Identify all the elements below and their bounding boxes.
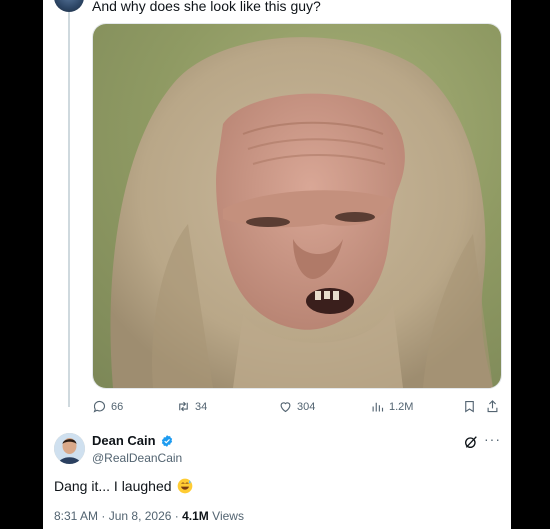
share-icon <box>487 400 498 413</box>
views-count: 1.2M <box>389 400 414 413</box>
reply-button[interactable]: 66 <box>92 399 123 414</box>
tweet-meta: 8:31 AM · Jun 8, 2026 · 4.1M Views <box>54 509 244 523</box>
repost-icon <box>179 401 188 412</box>
avatar[interactable] <box>54 0 84 12</box>
more-options-icon[interactable]: ··· <box>484 431 501 447</box>
views-chart-icon <box>372 402 384 412</box>
grok-icon[interactable] <box>463 434 479 450</box>
verified-badge-icon <box>161 434 172 447</box>
thread-line <box>68 12 70 407</box>
tweet-image[interactable] <box>92 23 502 389</box>
repost-button[interactable]: 34 <box>176 399 207 414</box>
heart-icon <box>280 402 291 413</box>
like-count: 304 <box>297 400 316 413</box>
meta-separator: · <box>174 509 179 523</box>
avatar[interactable] <box>54 433 85 464</box>
reply-text: Dang it... I laughed <box>54 478 172 494</box>
tweet-time[interactable]: 8:31 AM <box>54 509 98 523</box>
bookmark-icon <box>465 400 474 413</box>
reply-count: 66 <box>111 400 124 413</box>
grinning-sweat-emoji-icon <box>177 478 192 494</box>
author-name[interactable]: Dean Cain <box>92 433 174 448</box>
creature-photo <box>93 24 501 388</box>
avatar-photo <box>54 433 85 464</box>
views-label: Views <box>212 509 244 523</box>
tweet-text: And why does she look like this guy? <box>92 0 321 14</box>
reply-icon <box>93 401 106 413</box>
meta-separator: · <box>101 509 106 523</box>
author-handle[interactable]: @RealDeanCain <box>92 451 182 465</box>
repost-count: 34 <box>195 400 208 413</box>
views-total: 4.1M <box>182 509 209 523</box>
author-display-name[interactable]: Dean Cain <box>92 433 156 448</box>
tweet-thread-panel: And why does she look like this guy? 66 … <box>43 0 511 529</box>
share-button[interactable] <box>485 399 500 414</box>
like-button[interactable]: 304 <box>278 399 315 414</box>
tweet-actions: 66 34 304 1.2M <box>92 396 506 418</box>
reply-body: Dang it... I laughed <box>54 478 193 494</box>
tweet-date[interactable]: Jun 8, 2026 <box>109 509 172 523</box>
bookmark-button[interactable] <box>462 399 477 414</box>
views-button[interactable]: 1.2M <box>370 399 413 414</box>
